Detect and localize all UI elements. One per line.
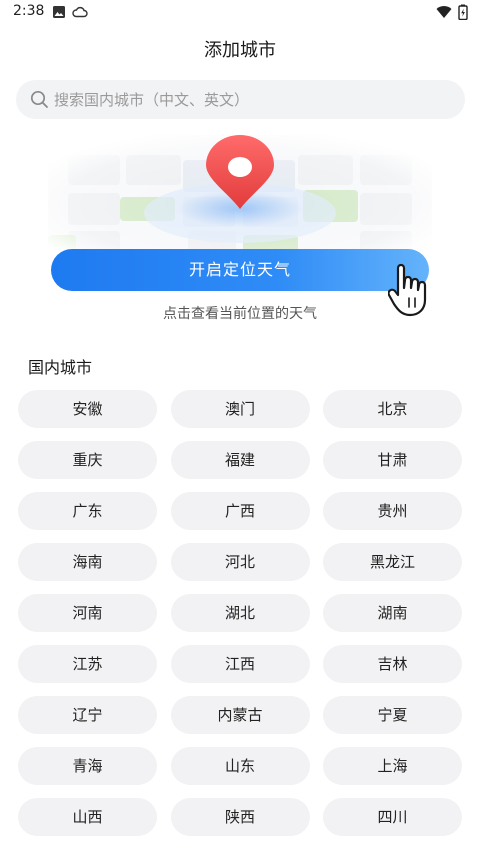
search-icon bbox=[30, 90, 48, 108]
city-chip[interactable]: 内蒙古 bbox=[170, 696, 310, 734]
locate-hint: 点击查看当前位置的天气 bbox=[163, 306, 317, 322]
section-title-domestic: 国内城市 bbox=[28, 358, 93, 377]
city-chip[interactable]: 广西 bbox=[170, 492, 310, 530]
city-chip[interactable]: 上海 bbox=[323, 747, 462, 785]
city-chip[interactable]: 青海 bbox=[18, 747, 157, 785]
city-chip[interactable]: 甘肃 bbox=[323, 441, 462, 479]
status-bar: 2:38 bbox=[0, 0, 480, 26]
city-chip[interactable]: 辽宁 bbox=[18, 696, 157, 734]
city-chip[interactable]: 河北 bbox=[170, 543, 310, 581]
map-illustration bbox=[48, 135, 432, 260]
city-chip[interactable]: 山东 bbox=[170, 747, 310, 785]
city-chip[interactable]: 广东 bbox=[18, 492, 157, 530]
city-chip[interactable]: 贵州 bbox=[323, 492, 462, 530]
search-input[interactable] bbox=[54, 80, 449, 119]
city-chip[interactable]: 安徽 bbox=[18, 390, 157, 428]
search-box[interactable] bbox=[16, 80, 465, 119]
status-right-icons bbox=[436, 4, 468, 20]
status-left-icons bbox=[52, 5, 88, 19]
city-chip[interactable]: 重庆 bbox=[18, 441, 157, 479]
city-chip[interactable]: 四川 bbox=[323, 798, 462, 836]
city-chip[interactable]: 吉林 bbox=[323, 645, 462, 683]
city-chip[interactable]: 湖北 bbox=[170, 594, 310, 632]
city-chip[interactable]: 海南 bbox=[18, 543, 157, 581]
city-chip[interactable]: 福建 bbox=[170, 441, 310, 479]
city-chip[interactable]: 北京 bbox=[323, 390, 462, 428]
image-icon bbox=[53, 6, 65, 18]
city-chip[interactable]: 山西 bbox=[18, 798, 157, 836]
battery-icon bbox=[458, 4, 468, 20]
city-chip[interactable]: 宁夏 bbox=[323, 696, 462, 734]
city-chip[interactable]: 湖南 bbox=[323, 594, 462, 632]
city-grid: 安徽 澳门 北京 重庆 福建 甘肃 广东 广西 贵州 海南 河北 黑龙江 河南 … bbox=[18, 390, 462, 836]
city-chip[interactable]: 江苏 bbox=[18, 645, 157, 683]
status-time: 2:38 bbox=[13, 3, 45, 19]
city-chip[interactable]: 澳门 bbox=[170, 390, 310, 428]
city-chip[interactable]: 江西 bbox=[170, 645, 310, 683]
city-chip[interactable]: 河南 bbox=[18, 594, 157, 632]
cloud-icon bbox=[72, 6, 88, 18]
city-chip[interactable]: 陕西 bbox=[170, 798, 310, 836]
locate-weather-button[interactable]: 开启定位天气 bbox=[51, 249, 429, 291]
wifi-icon bbox=[436, 6, 452, 19]
page-title: 添加城市 bbox=[204, 40, 276, 61]
city-chip[interactable]: 黑龙江 bbox=[323, 543, 462, 581]
